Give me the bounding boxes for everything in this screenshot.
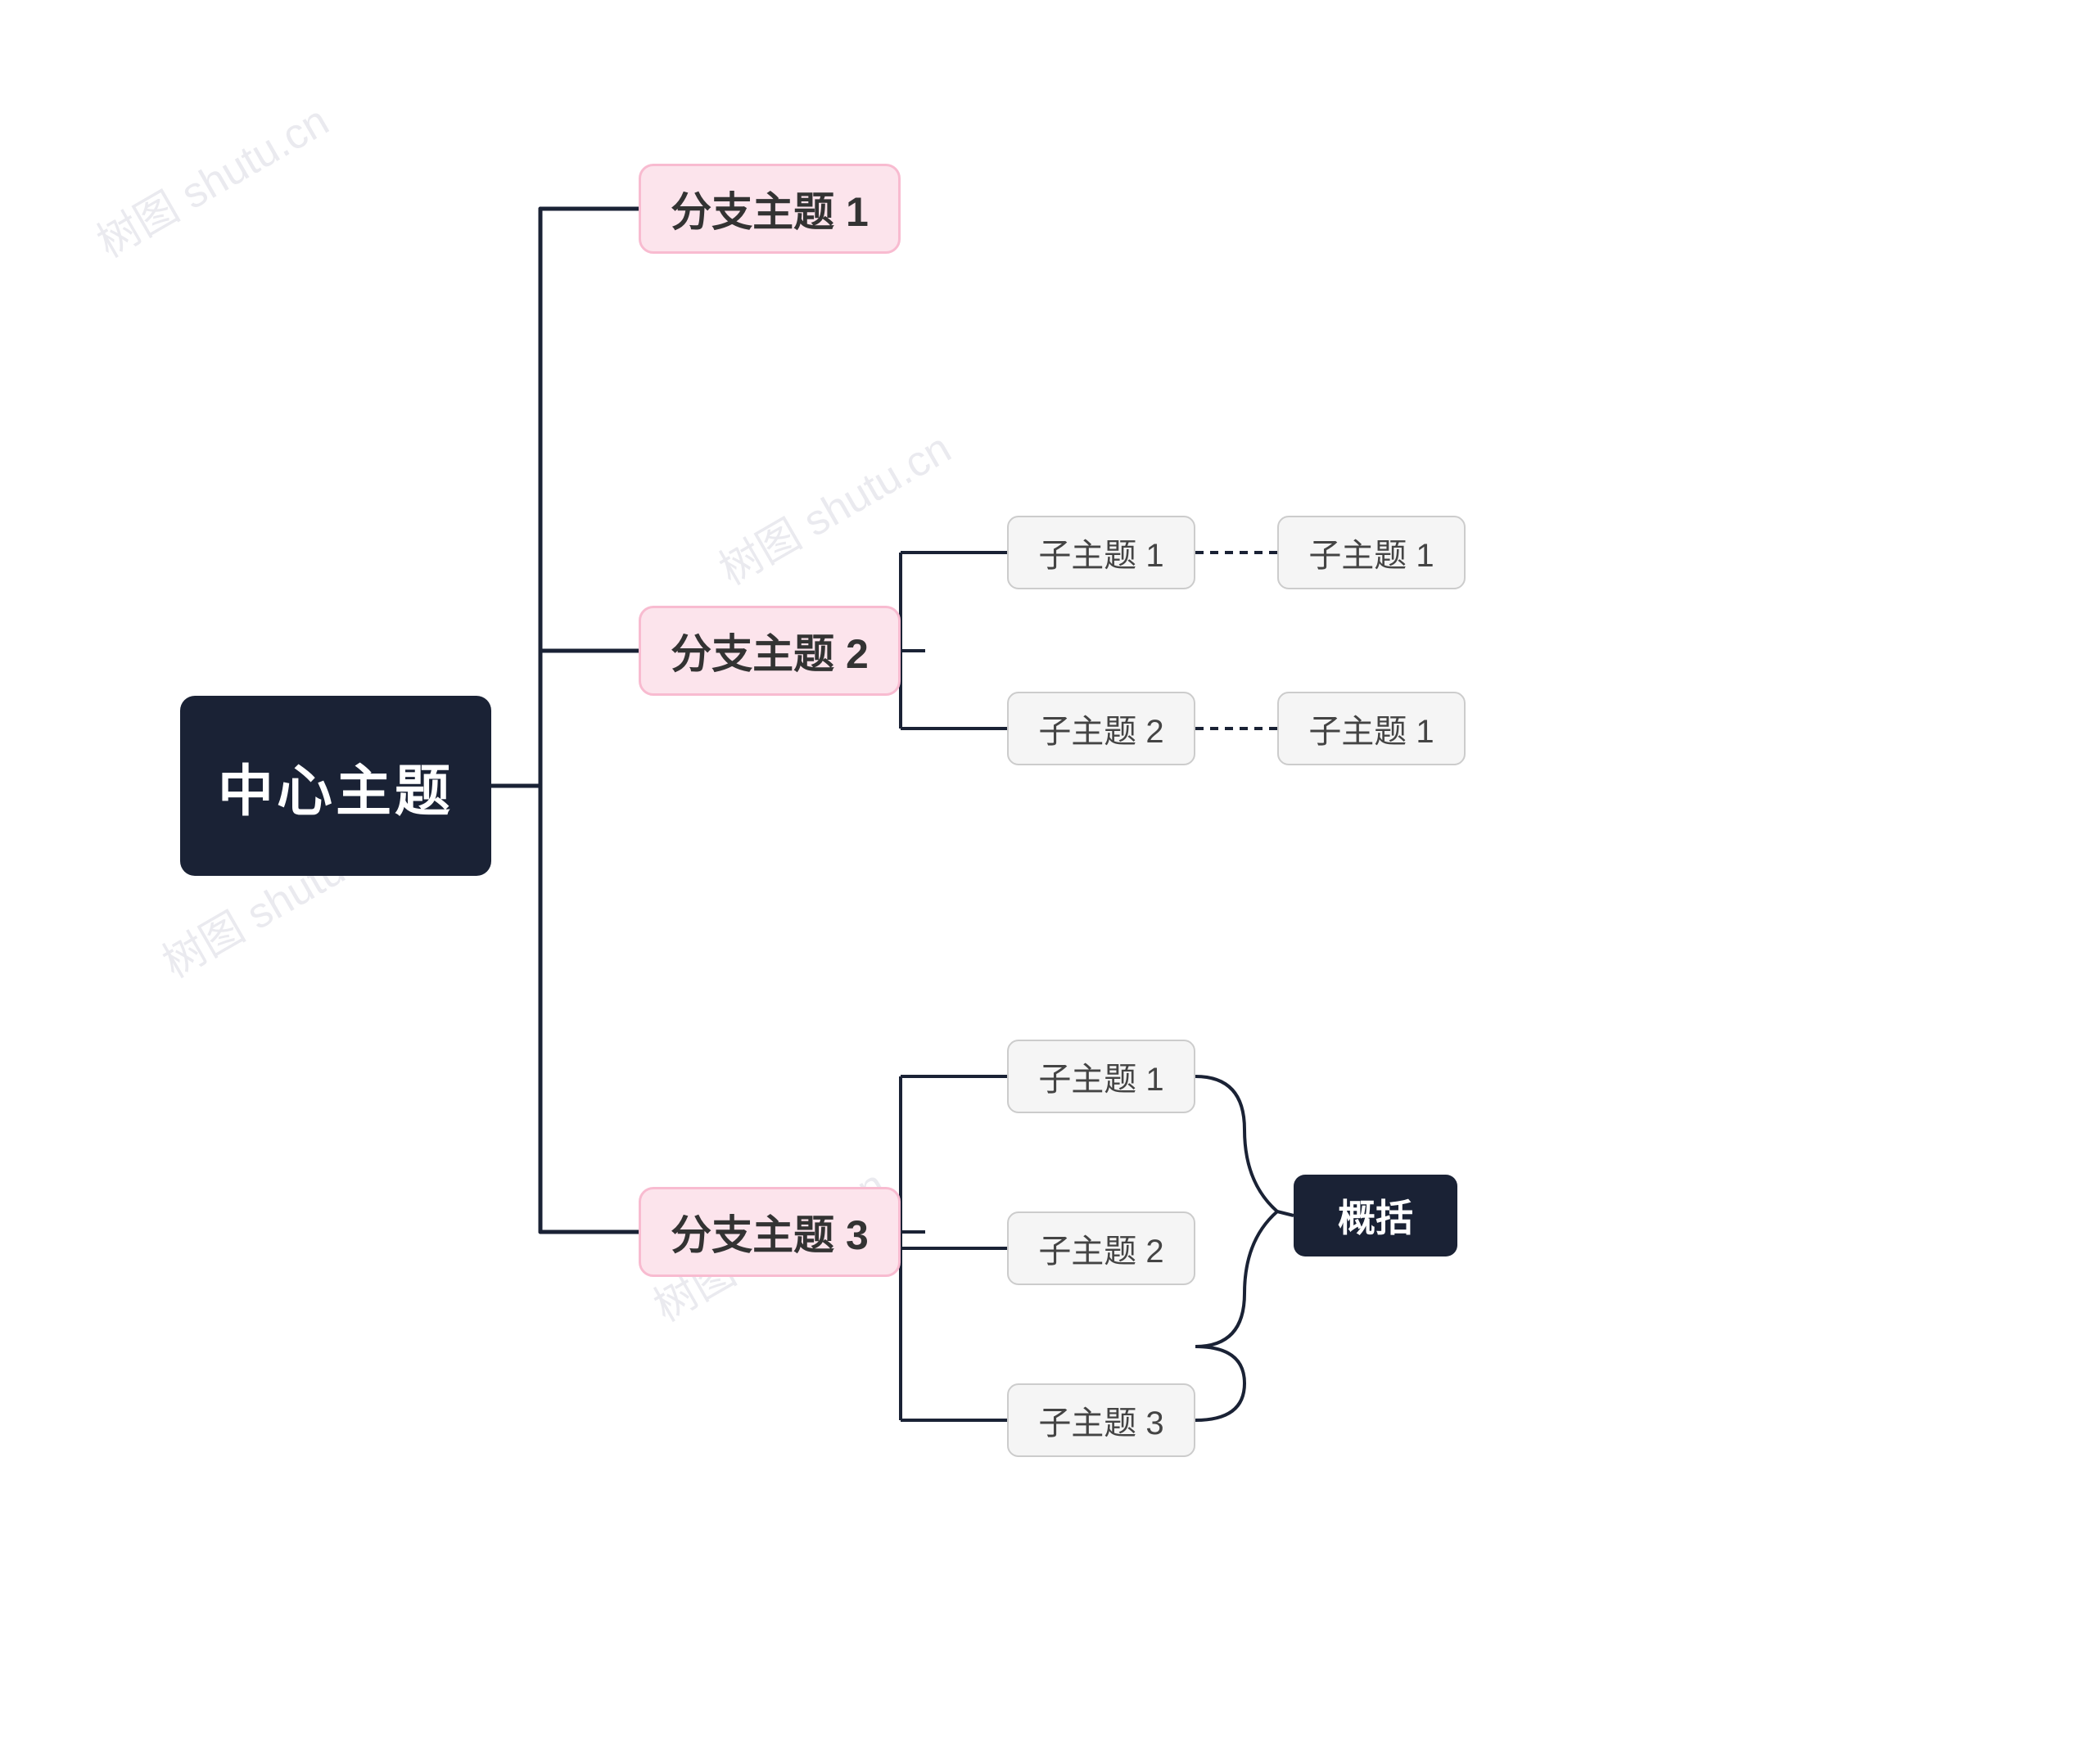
sub-b3-3-label: 子主题 3: [1038, 1396, 1163, 1444]
branch-node-2: 分支主题 2: [639, 606, 901, 696]
sub-b3-1-label: 子主题 1: [1038, 1053, 1163, 1100]
watermark-2: 树图 shutu.cn: [706, 414, 960, 596]
center-node: 中心主题: [180, 696, 491, 876]
diagram-container: 树图 shutu.cn 树图 shutu.cn 树图 shutu.cn 树图 s…: [0, 0, 2096, 1764]
leaf-node-b2-2: 子主题 1: [1277, 692, 1466, 765]
sub-node-b3-1: 子主题 1: [1007, 1040, 1195, 1113]
summary-label: 概括: [1338, 1189, 1413, 1243]
leaf-node-b2-1: 子主题 1: [1277, 516, 1466, 589]
sub-node-b2-2: 子主题 2: [1007, 692, 1195, 765]
sub-b2-1-label: 子主题 1: [1038, 529, 1163, 576]
sub-node-b3-3: 子主题 3: [1007, 1383, 1195, 1457]
sub-b3-2-label: 子主题 2: [1038, 1225, 1163, 1272]
branch-node-3: 分支主题 3: [639, 1187, 901, 1277]
connectors-svg: [0, 0, 2096, 1764]
summary-node: 概括: [1294, 1175, 1457, 1256]
watermark-1: 树图 shutu.cn: [84, 87, 337, 268]
leaf-b2-2-label: 子主题 1: [1308, 705, 1434, 752]
center-node-label: 中心主题: [218, 746, 454, 827]
leaf-b2-1-label: 子主题 1: [1308, 529, 1434, 576]
branch-node-1: 分支主题 1: [639, 164, 901, 254]
branch-3-label: 分支主题 3: [671, 1202, 869, 1261]
sub-b2-2-label: 子主题 2: [1038, 705, 1163, 752]
sub-node-b3-2: 子主题 2: [1007, 1211, 1195, 1285]
branch-1-label: 分支主题 1: [671, 179, 869, 238]
sub-node-b2-1: 子主题 1: [1007, 516, 1195, 589]
branch-2-label: 分支主题 2: [671, 621, 869, 680]
